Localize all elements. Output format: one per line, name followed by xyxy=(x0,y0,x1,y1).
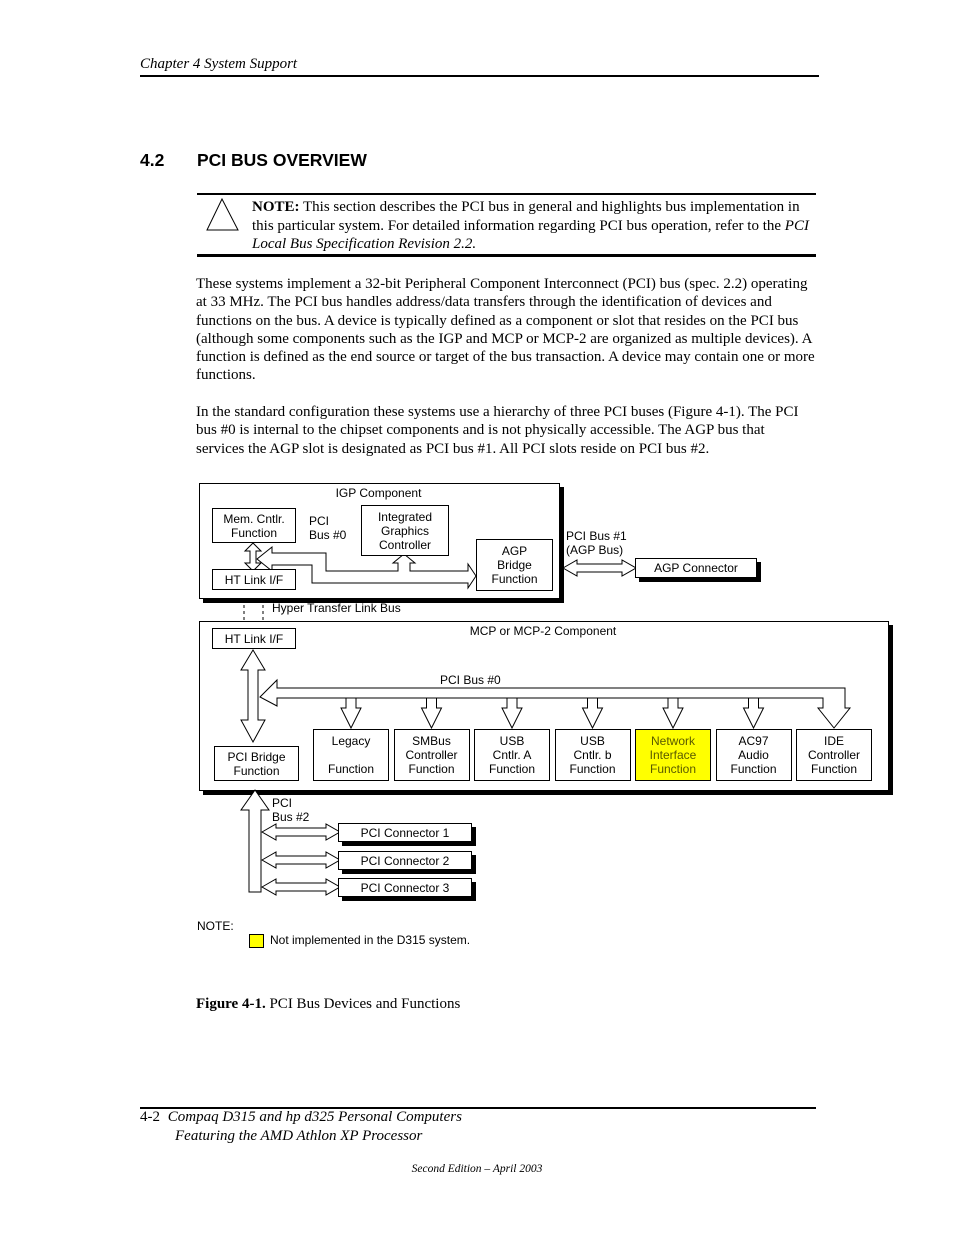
mcp-ht-link-if: HT Link I/F xyxy=(212,628,296,649)
graphics-line3: Controller xyxy=(378,537,432,552)
pci-connector-2: PCI Connector 2 xyxy=(338,851,472,870)
pci-connector-1: PCI Connector 1 xyxy=(338,823,472,842)
legend-note-label: NOTE: xyxy=(197,919,234,933)
mcp-function-box: IDE Controller Function xyxy=(796,729,872,781)
agp-bridge-line1: AGP xyxy=(501,544,528,558)
mcp-function-line: Function xyxy=(810,762,858,776)
pci-bus2-arrow xyxy=(240,789,270,893)
pci-bus1-label: PCI Bus #1 (AGP Bus) xyxy=(566,529,627,557)
bus-arrows xyxy=(240,542,852,896)
mcp-function-box: USB Cntlr. b Function xyxy=(554,729,631,781)
footer-title-line1: Compaq D315 and hp d325 Personal Compute… xyxy=(167,1109,462,1125)
figure-caption: Figure 4-1. PCI Bus Devices and Function… xyxy=(196,996,460,1013)
mcp-function-line: Audio xyxy=(738,748,769,762)
pci-connector-3: PCI Connector 3 xyxy=(338,878,472,897)
footer-title-line2: Featuring the AMD Athlon XP Processor xyxy=(175,1127,423,1144)
connector2-arrow xyxy=(260,851,342,869)
mcp-function-line: AC97 xyxy=(738,734,769,748)
agp-connector: AGP Connector xyxy=(635,558,757,578)
function-drop-arrow xyxy=(742,697,765,730)
pci-bus2-label: PCI Bus #2 xyxy=(272,796,309,824)
mcp-function-line: Function xyxy=(408,762,455,776)
igp-pci-bus0-line1: PCI xyxy=(309,514,330,528)
mcp-function-line: Function xyxy=(649,762,697,776)
function-drop-arrow xyxy=(501,697,523,730)
mcp-function-line xyxy=(314,748,388,762)
mcp-function-box: AC97 Audio Function xyxy=(715,729,792,781)
mcp-function-line: USB xyxy=(499,734,525,748)
function-drop-arrow xyxy=(662,697,684,730)
igp-pci-bus0-line2: Bus #0 xyxy=(309,528,347,542)
agp-bridge-line3: Function xyxy=(491,572,538,586)
mcp-function-line: Cntlr. A xyxy=(492,748,532,762)
legend-highlight-swatch xyxy=(249,934,264,948)
connector1-arrow xyxy=(260,823,342,841)
figure-title: PCI Bus Devices and Functions xyxy=(265,996,461,1012)
agp-bridge-function: AGP Bridge Function xyxy=(476,539,553,591)
mem-cntlr-line1: Mem. Cntlr. xyxy=(223,511,285,526)
mcp-function-line: Function xyxy=(569,762,616,776)
graphics-line2: Graphics xyxy=(380,523,430,538)
footer: 4-2 Compaq D315 and hp d325 Personal Com… xyxy=(140,1108,462,1145)
mcp-function-line: USB xyxy=(580,734,605,748)
mcp-function-line: Network xyxy=(650,734,695,748)
agp-bus-arrow xyxy=(561,559,638,577)
mem-cntlr-line2: Function xyxy=(230,525,278,540)
mcp-function-line: Controller xyxy=(405,748,458,762)
edition-line: Second Edition – April 2003 xyxy=(411,1163,543,1175)
mcp-function-line: Cntlr. b xyxy=(573,748,612,762)
pci-bridge-line1: PCI Bridge xyxy=(227,749,286,764)
figure-label: Figure 4-1. xyxy=(196,996,266,1012)
mcp-function-line: Function xyxy=(730,762,777,776)
page-number: 4-2 xyxy=(140,1109,160,1125)
mcp-function-line: Interface xyxy=(649,748,697,762)
function-drop-arrow xyxy=(340,697,362,730)
legend-text: Not implemented in the D315 system. xyxy=(270,933,471,947)
mcp-function-line: Function xyxy=(488,762,536,776)
igp-pci-bus0-label: PCI Bus #0 xyxy=(309,514,346,542)
pci-bus2-line2: Bus #2 xyxy=(272,810,310,824)
pci-bus1-line2: (AGP Bus) xyxy=(566,543,624,557)
mcp-function-line: Controller xyxy=(807,748,861,762)
hyper-transfer-label: Hyper Transfer Link Bus xyxy=(272,601,401,615)
integrated-graphics-controller: Integrated Graphics Controller xyxy=(361,505,449,556)
mcp-function-line: Function xyxy=(327,762,375,776)
mcp-function-line: SMBus xyxy=(412,734,451,748)
connector3-arrow xyxy=(260,878,342,896)
function-drop-arrow xyxy=(420,697,443,730)
pci-bus1-line1: PCI Bus #1 xyxy=(566,529,627,543)
pci-bridge-line2: Function xyxy=(233,763,280,778)
function-drop-arrow xyxy=(581,697,604,730)
mcp-function-box: SMBus Controller Function xyxy=(393,729,470,781)
pci-bus2-line1: PCI xyxy=(272,796,293,810)
mem-ht-arrow xyxy=(243,542,263,572)
mcp-function-box: Legacy Function xyxy=(313,729,389,781)
mcp-function-box: Network Interface Function xyxy=(635,729,711,781)
pci-bridge-function: PCI Bridge Function xyxy=(214,746,299,781)
agp-bridge-line2: Bridge xyxy=(497,558,532,572)
mem-cntlr-function: Mem. Cntlr. Function xyxy=(212,508,296,543)
mcp-function-line: IDE xyxy=(823,734,844,748)
mcp-pci-bus0-label: PCI Bus #0 xyxy=(440,673,501,687)
mcp-function-box: USB Cntlr. A Function xyxy=(474,729,550,781)
igp-ht-link-if: HT Link I/F xyxy=(212,569,296,590)
graphics-line1: Integrated xyxy=(377,509,433,524)
mcp-function-line: Legacy xyxy=(331,734,371,748)
